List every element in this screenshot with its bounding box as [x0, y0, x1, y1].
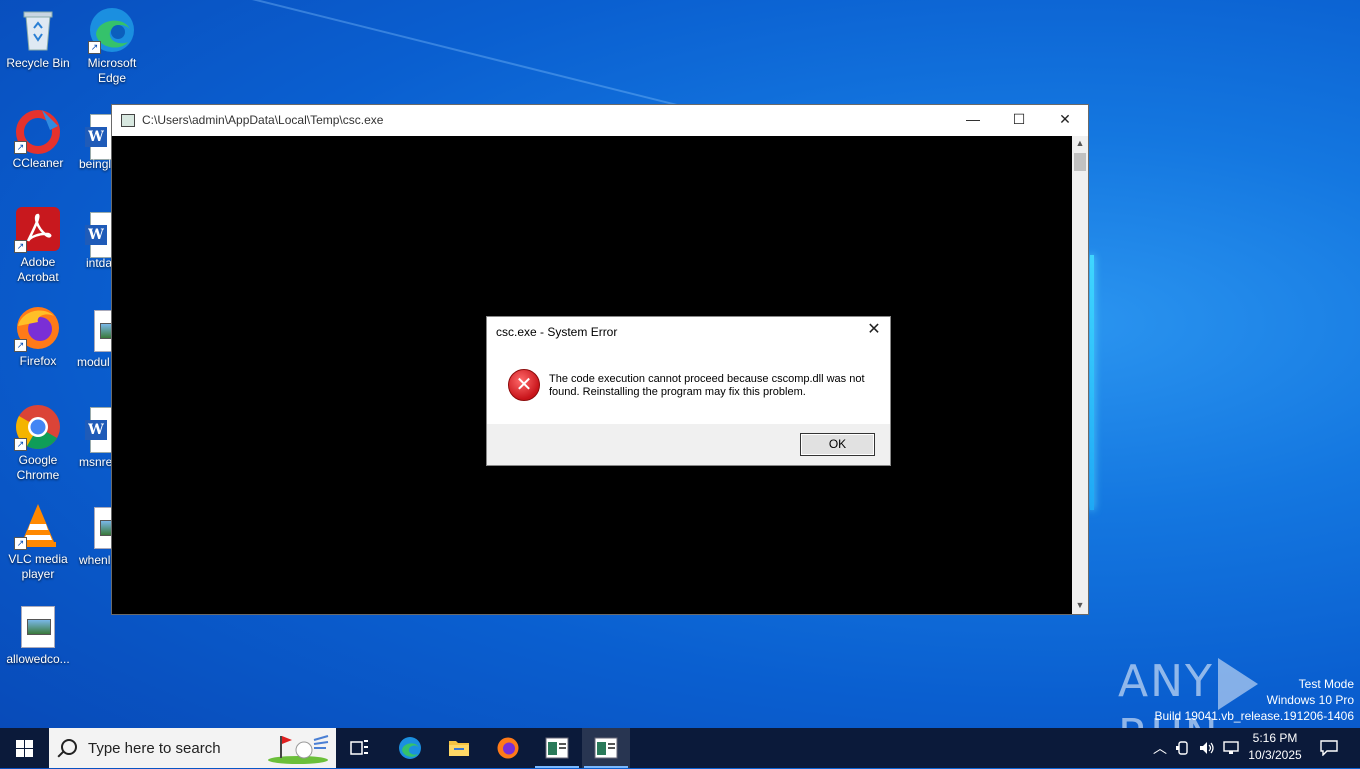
- close-button[interactable]: ✕: [1042, 105, 1088, 135]
- desktop-icon-vlc[interactable]: ↗ VLC media player: [0, 502, 76, 582]
- scroll-down-icon[interactable]: ▼: [1072, 600, 1088, 612]
- edge-icon: ↗: [88, 6, 136, 54]
- dialog-footer: OK: [487, 424, 890, 465]
- notification-icon: [1320, 740, 1338, 756]
- ok-button[interactable]: OK: [800, 433, 875, 456]
- dialog-message: The code execution cannot proceed becaus…: [549, 373, 865, 398]
- firefox-icon: [497, 737, 519, 759]
- desktop-icon-ccleaner[interactable]: ↗ CCleaner: [0, 106, 76, 171]
- taskbar-file-explorer-button[interactable]: [435, 728, 483, 768]
- clock-date: 10/3/2025: [1248, 748, 1302, 762]
- console-window-title: C:\Users\admin\AppData\Local\Temp\csc.ex…: [142, 113, 384, 127]
- search-icon: [61, 739, 77, 755]
- desktop-icon-label: intda: [86, 256, 113, 270]
- desktop-icon-label: msnre: [79, 455, 113, 469]
- system-error-dialog[interactable]: csc.exe - System Error ✕ ✕ The code exec…: [486, 316, 891, 466]
- shortcut-arrow-icon: ↗: [88, 41, 101, 54]
- desktop-icon-allowedco[interactable]: allowedco...: [0, 602, 76, 667]
- shortcut-arrow-icon: ↗: [14, 240, 27, 253]
- dialog-close-button[interactable]: ✕: [864, 320, 884, 340]
- desktop-icon-recycle-bin[interactable]: Recycle Bin: [0, 6, 76, 71]
- desktop-icon-label: allowedco...: [6, 652, 70, 666]
- maximize-button[interactable]: ☐: [996, 105, 1042, 135]
- taskbar-clock[interactable]: 5:16 PM 10/3/2025: [1244, 730, 1306, 764]
- action-center-button[interactable]: [1310, 728, 1350, 768]
- image-file-icon: [21, 606, 55, 648]
- start-button[interactable]: [0, 728, 48, 768]
- task-view-icon: [350, 740, 368, 755]
- recycle-bin-icon: [14, 6, 62, 54]
- task-view-button[interactable]: [336, 728, 384, 768]
- show-hidden-icons-button[interactable]: ︿: [1150, 728, 1170, 768]
- console-scrollbar[interactable]: ▲ ▼: [1072, 136, 1088, 614]
- network-icon: [1223, 741, 1239, 754]
- console-window-titlebar[interactable]: C:\Users\admin\AppData\Local\Temp\csc.ex…: [112, 105, 1088, 136]
- shortcut-arrow-icon: ↗: [14, 141, 27, 154]
- search-placeholder: Type here to search: [88, 740, 221, 757]
- clock-time: 5:16 PM: [1252, 731, 1298, 745]
- scroll-thumb[interactable]: [1074, 153, 1086, 171]
- taskbar-edge-button[interactable]: [386, 728, 434, 768]
- desktop-icon-label: modul: [77, 355, 110, 369]
- shortcut-arrow-icon: ↗: [14, 537, 27, 550]
- test-mode-watermark: Test Mode Windows 10 Pro Build 19041.vb_…: [1155, 676, 1355, 724]
- folder-icon: [449, 741, 469, 756]
- desktop-icon-google-chrome[interactable]: ↗ Google Chrome: [0, 403, 76, 483]
- vlc-icon: ↗: [14, 502, 62, 550]
- shortcut-arrow-icon: ↗: [14, 339, 27, 352]
- firefox-icon: ↗: [14, 304, 62, 352]
- error-icon: ✕: [508, 369, 540, 401]
- volume-button[interactable]: [1197, 728, 1217, 768]
- chevron-up-icon: ︿: [1153, 740, 1167, 756]
- console-app-icon: [121, 114, 135, 127]
- desktop-icon-label: Firefox: [19, 354, 57, 368]
- desktop-icon-label: CCleaner: [12, 156, 64, 170]
- wallpaper-glow: [1090, 255, 1094, 510]
- tray-device-icon[interactable]: [1174, 728, 1192, 768]
- desktop-icon-label: beingl: [79, 157, 112, 171]
- watermark-line: Test Mode: [1298, 677, 1354, 691]
- search-highlight-golf-icon: [266, 732, 330, 764]
- desktop-icon-firefox[interactable]: ↗ Firefox: [0, 304, 76, 369]
- watermark-line: Build 19041.vb_release.191206-1406: [1154, 709, 1355, 723]
- console-app-icon: [594, 737, 618, 759]
- taskbar-csc-exe-button[interactable]: [582, 728, 630, 768]
- chrome-icon: ↗: [14, 403, 62, 451]
- windows-logo-icon: [16, 740, 33, 757]
- minimize-button[interactable]: —: [950, 105, 996, 135]
- desktop: Recycle Bin ↗ Microsoft Edge ↗ CCleaner …: [0, 0, 1360, 728]
- edge-icon: [399, 737, 421, 759]
- desktop-icon-label: Adobe Acrobat: [17, 255, 59, 284]
- taskbar-firefox-button[interactable]: [484, 728, 532, 768]
- network-button[interactable]: [1221, 728, 1241, 768]
- desktop-icon-label: Microsoft Edge: [87, 56, 137, 85]
- desktop-icon-edge[interactable]: ↗ Microsoft Edge: [74, 6, 150, 86]
- desktop-icon-adobe-acrobat[interactable]: ↗ Adobe Acrobat: [0, 205, 76, 285]
- shortcut-arrow-icon: ↗: [14, 438, 27, 451]
- taskbar-console-app-button[interactable]: [533, 728, 581, 768]
- scroll-up-icon[interactable]: ▲: [1072, 138, 1088, 150]
- desktop-icon-label: Google Chrome: [16, 453, 60, 482]
- taskbar-search-box[interactable]: Type here to search: [49, 728, 336, 768]
- console-app-icon: [545, 737, 569, 759]
- dialog-title: csc.exe - System Error: [496, 325, 618, 339]
- desktop-icon-label: Recycle Bin: [6, 56, 70, 70]
- desktop-icon-label: VLC media player: [8, 552, 68, 581]
- ccleaner-icon: ↗: [14, 106, 62, 154]
- acrobat-icon: ↗: [14, 205, 62, 253]
- desktop-icon-label: whenl: [79, 553, 111, 567]
- taskbar: Type here to search ︿ 5:16 PM 10/3/2025: [0, 728, 1360, 768]
- watermark-line: Windows 10 Pro: [1266, 693, 1354, 707]
- speaker-icon: [1200, 742, 1214, 754]
